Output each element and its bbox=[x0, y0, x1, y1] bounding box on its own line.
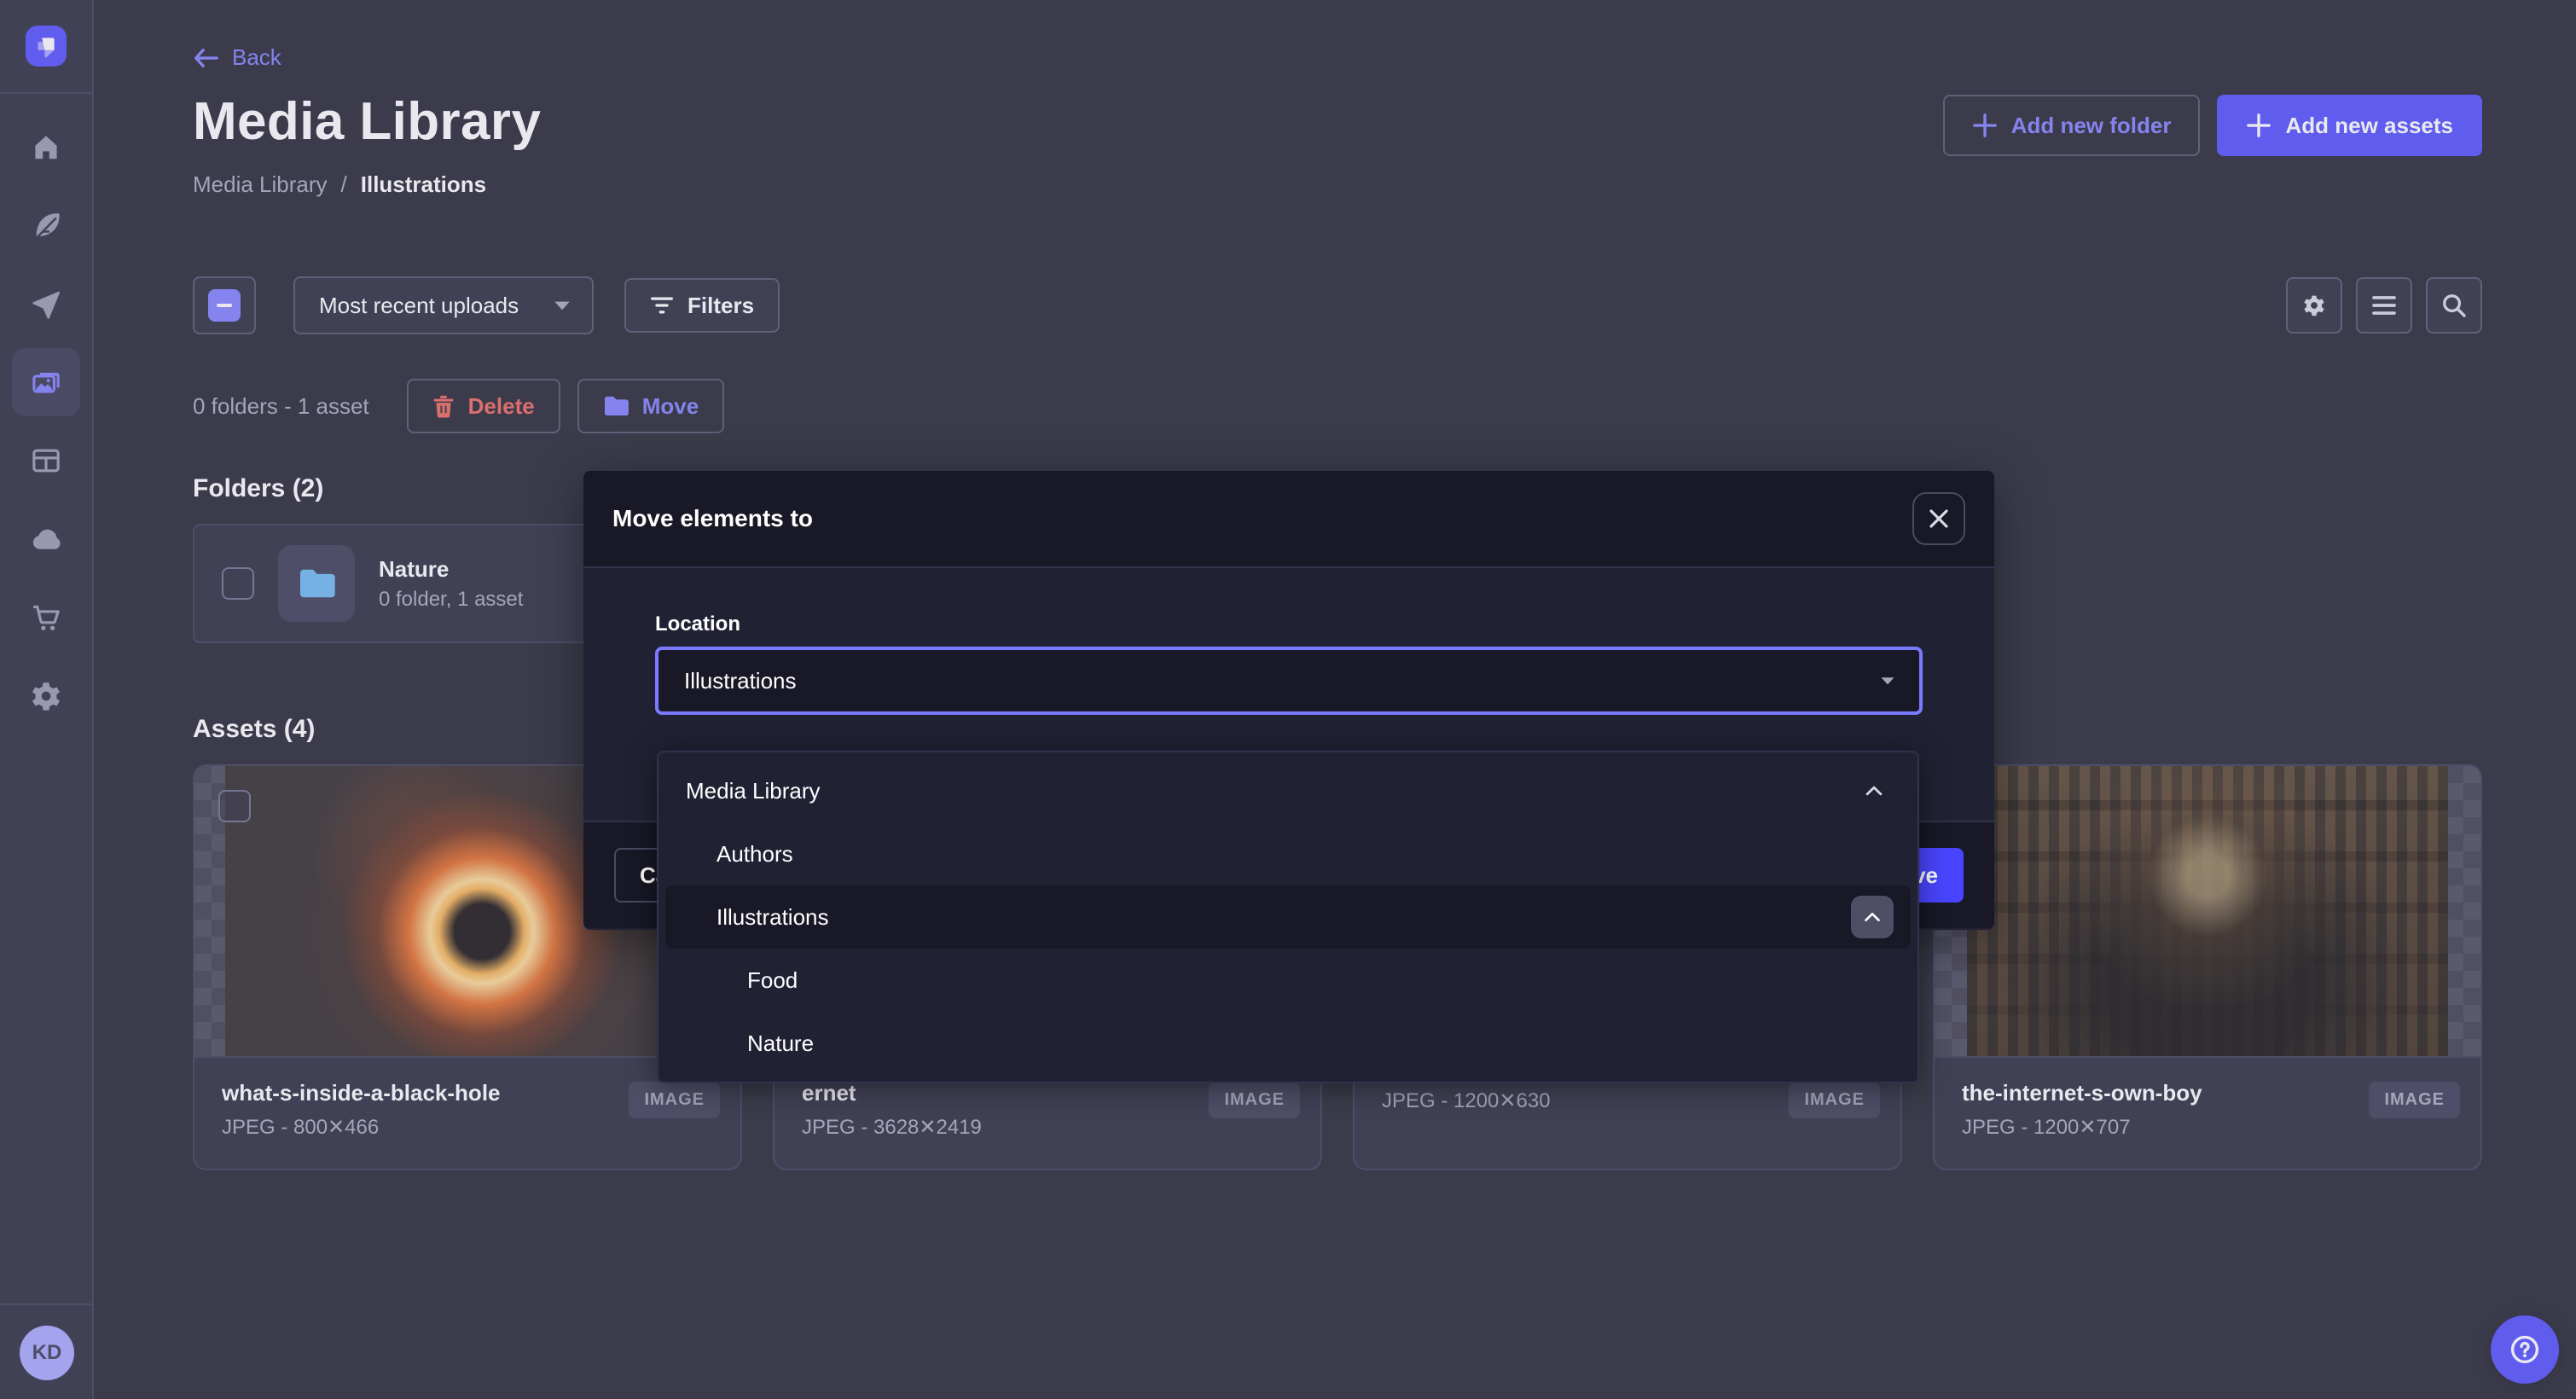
location-label: Location bbox=[655, 612, 1923, 636]
close-icon bbox=[1929, 508, 1949, 529]
media-library-app: KD Back Media Library Add new folder Add… bbox=[0, 0, 2576, 1399]
location-value: Illustrations bbox=[684, 668, 797, 694]
collapse-children-button[interactable] bbox=[1851, 896, 1894, 938]
dropdown-option-nature[interactable]: Nature bbox=[665, 1012, 1911, 1075]
dropdown-option-illustrations[interactable]: Illustrations bbox=[665, 885, 1911, 949]
location-combobox[interactable]: Illustrations bbox=[655, 647, 1923, 715]
location-dropdown: Media Library Authors Illustrations Food… bbox=[657, 751, 1919, 1083]
close-button[interactable] bbox=[1912, 492, 1965, 545]
dropdown-option-media-library[interactable]: Media Library bbox=[665, 759, 1911, 822]
modal-title: Move elements to bbox=[612, 505, 813, 532]
chevron-up-icon[interactable] bbox=[1865, 785, 1883, 797]
caret-down-icon bbox=[1880, 676, 1895, 686]
chevron-up-icon bbox=[1864, 911, 1881, 923]
dropdown-option-food[interactable]: Food bbox=[665, 949, 1911, 1012]
dropdown-option-authors[interactable]: Authors bbox=[665, 822, 1911, 885]
